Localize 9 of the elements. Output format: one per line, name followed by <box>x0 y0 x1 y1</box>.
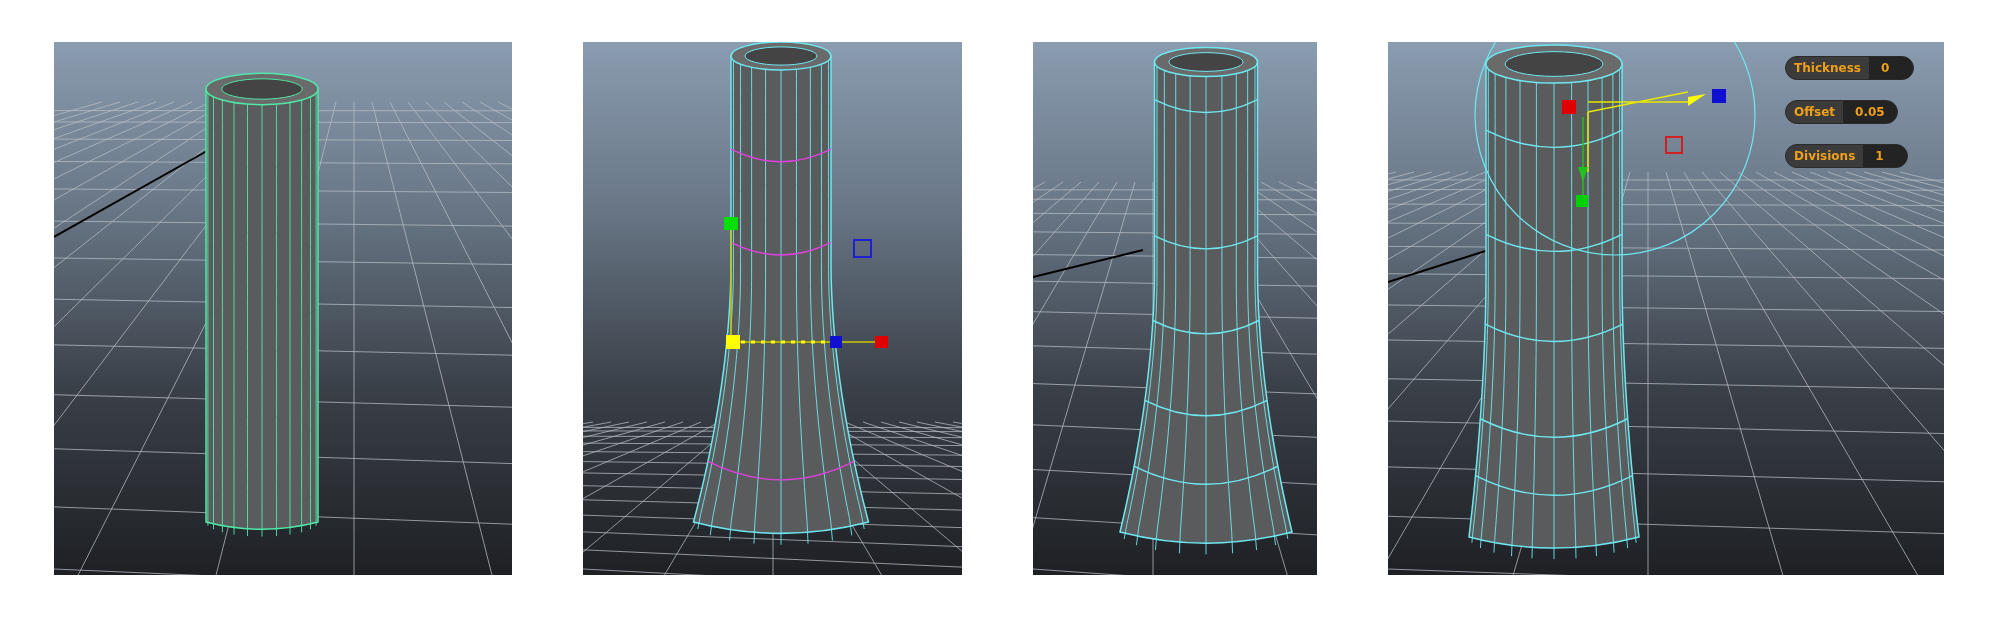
hud-value: 0.05 <box>1843 101 1897 123</box>
hud-label: Offset <box>1793 104 1837 121</box>
hud-label: Divisions <box>1793 148 1857 165</box>
hud-field[interactable]: Offset 0.05 <box>1785 100 1898 124</box>
hud-value: 0 <box>1869 57 1913 79</box>
hud-field[interactable]: Divisions 1 <box>1785 144 1909 168</box>
hud-label: Thickness <box>1793 60 1862 77</box>
hud-field[interactable]: Thickness 0 <box>1785 56 1914 80</box>
hud-value: 1 <box>1863 145 1908 167</box>
